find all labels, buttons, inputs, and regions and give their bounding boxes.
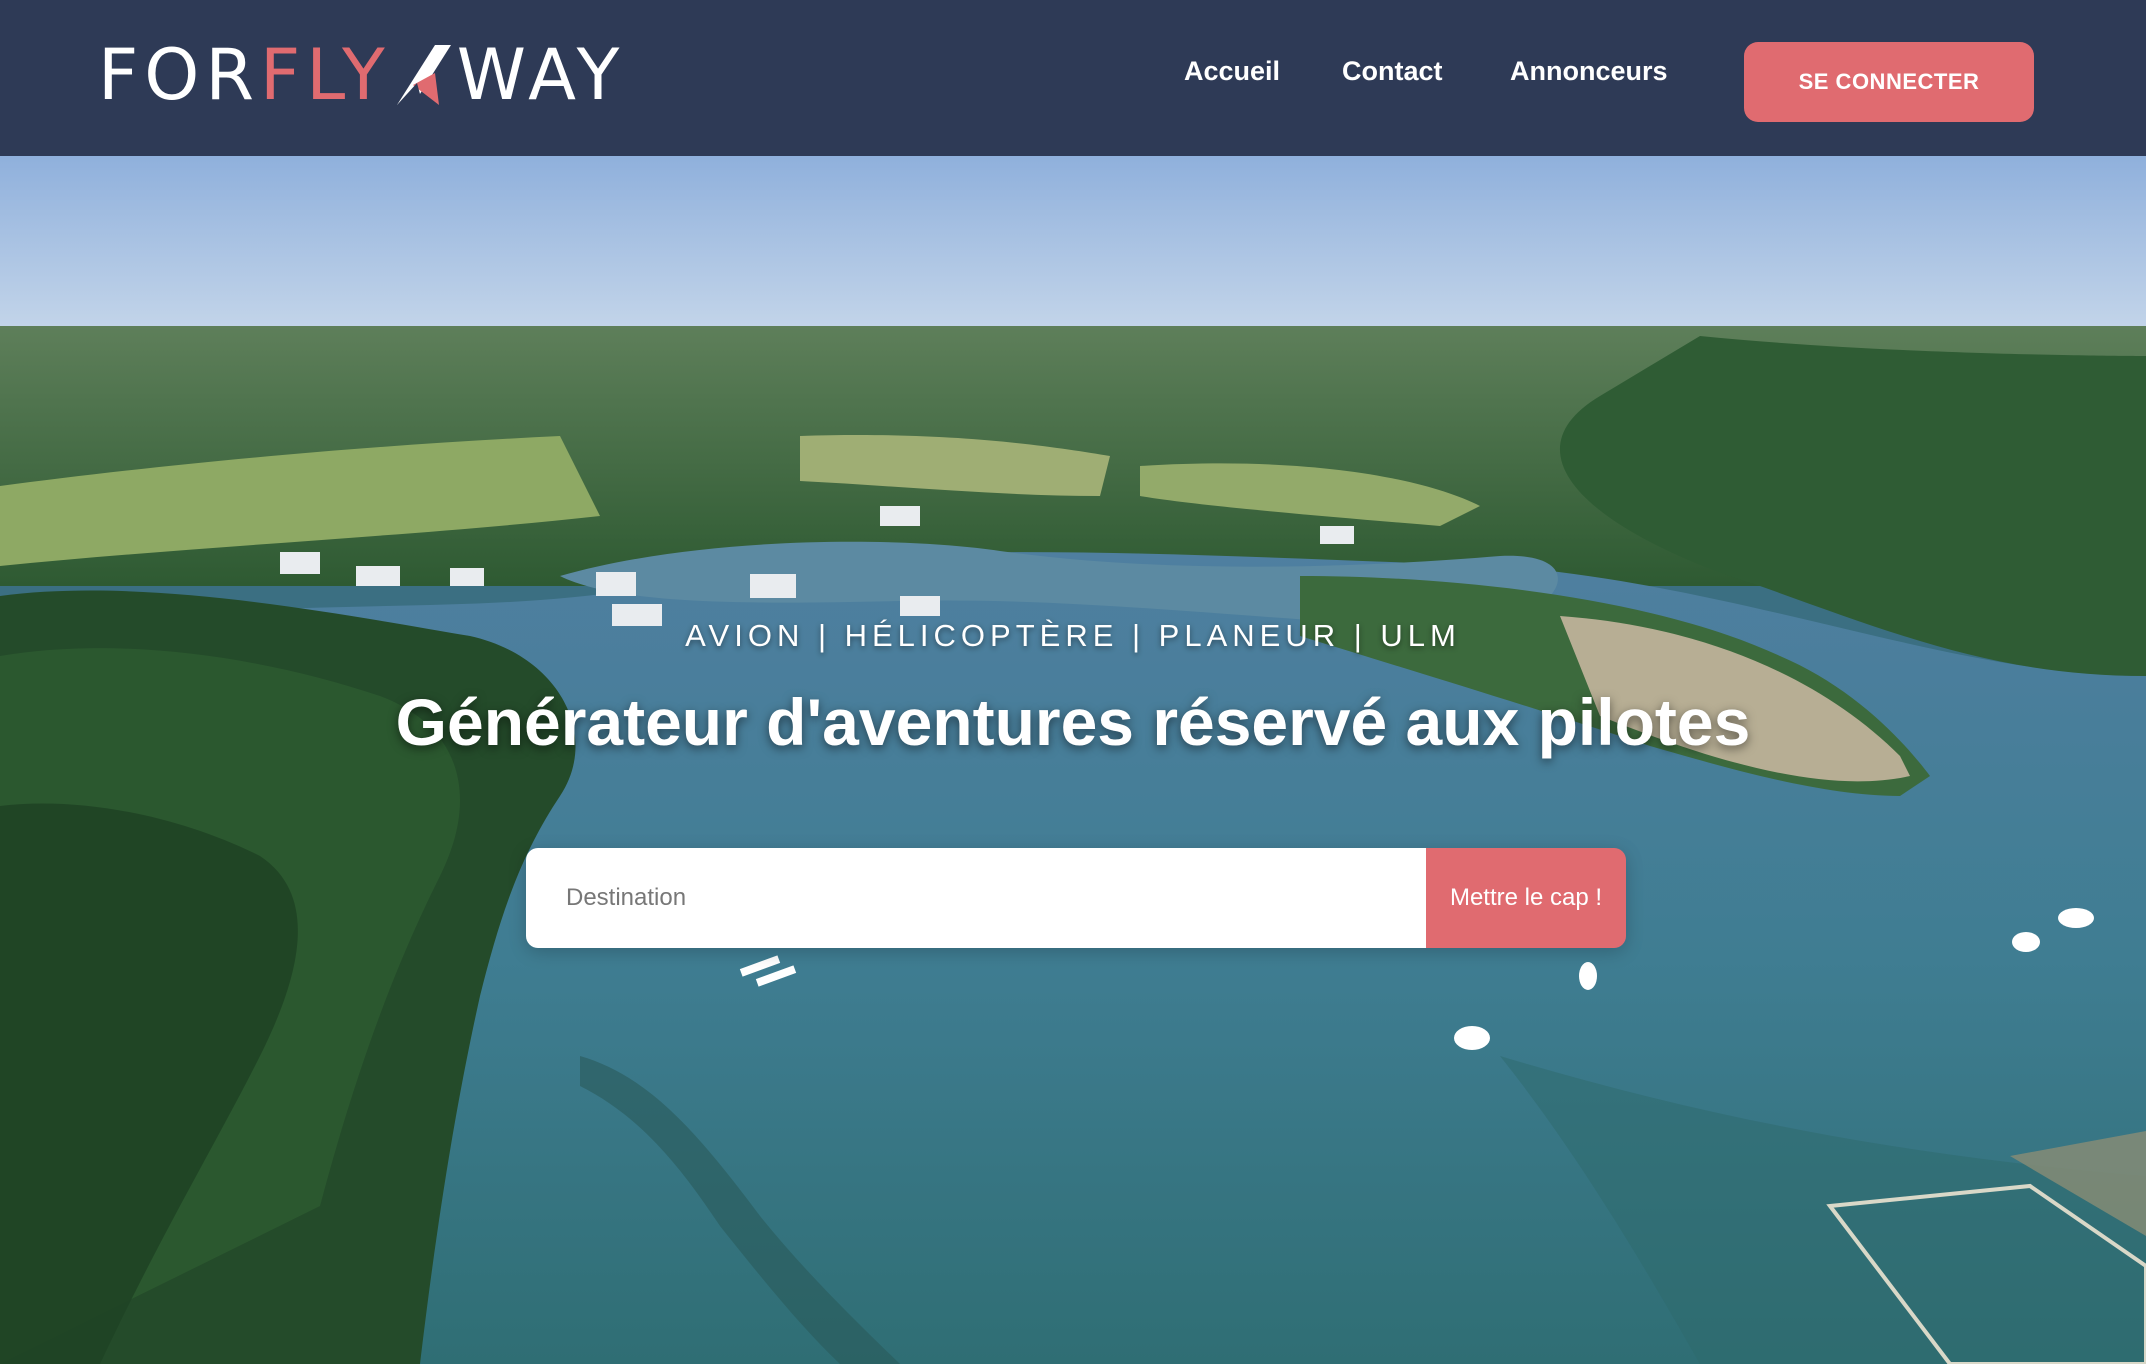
destination-input[interactable]: [526, 848, 1426, 948]
login-button[interactable]: SE CONNECTER: [1744, 42, 2034, 122]
destination-search-bar: Mettre le cap !: [526, 848, 1626, 948]
hero-subtitle: AVION | HÉLICOPTÈRE | PLANEUR | ULM: [685, 618, 1461, 653]
site-header: FOR FLY WAY Accueil Contact Annonceurs SE…: [0, 0, 2146, 156]
nav-item-accueil[interactable]: Accueil: [1184, 56, 1280, 87]
search-submit-button[interactable]: Mettre le cap !: [1426, 848, 1626, 948]
hero-background-aerial-image: [0, 156, 2146, 1364]
nav-item-annonceurs[interactable]: Annonceurs: [1510, 56, 1668, 87]
hero-title: Générateur d'aventures réservé aux pilot…: [395, 685, 1751, 759]
hero-section: AVION | HÉLICOPTÈRE | PLANEUR | ULM Géné…: [0, 156, 2146, 1364]
nav-item-contact[interactable]: Contact: [1342, 56, 1443, 87]
